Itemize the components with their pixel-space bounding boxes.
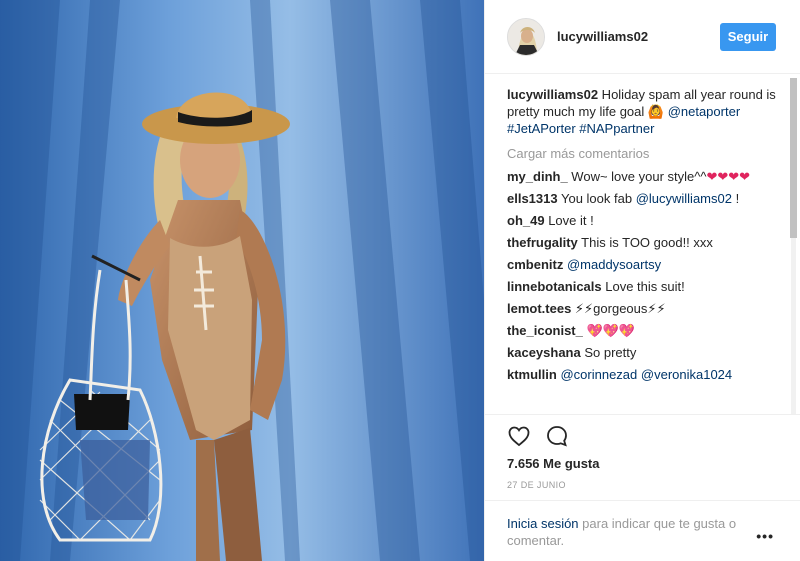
avatar-image — [508, 18, 544, 55]
comment-text: Wow~ love your style^^ — [567, 169, 707, 184]
comment-text: So pretty — [580, 345, 637, 360]
post-username[interactable]: lucywilliams02 — [557, 29, 714, 44]
comment-item: lemot.tees ⚡⚡gorgeous⚡⚡ — [507, 300, 779, 317]
comment-text: Love it ! — [544, 213, 594, 228]
comment-item: ktmullin @corinnezad @veronika1024 — [507, 366, 779, 383]
heart-icon[interactable] — [507, 424, 531, 448]
comment-mention[interactable]: @corinnezad — [560, 367, 637, 382]
comments-scrollbar[interactable] — [789, 78, 798, 414]
scrollbar-thumb[interactable] — [790, 78, 797, 238]
comment-username[interactable]: my_dinh_ — [507, 169, 568, 184]
post-sidebar: lucywilliams02 Seguir lucywilliams02 Hol… — [484, 0, 800, 561]
caption-username[interactable]: lucywilliams02 — [507, 87, 598, 102]
comment-text: This is TOO good!! xxx — [577, 235, 713, 250]
post-actions — [485, 414, 800, 456]
post-header: lucywilliams02 Seguir — [485, 0, 800, 74]
heart-emoji-icon: ❤❤❤❤ — [706, 169, 751, 184]
login-link[interactable]: Inicia sesión — [507, 516, 579, 531]
instagram-post: lucywilliams02 Seguir lucywilliams02 Hol… — [0, 0, 800, 561]
comment-text: You look fab — [557, 191, 636, 206]
comment-mention[interactable]: @lucywilliams02 — [636, 191, 732, 206]
comment-item: thefrugality This is TOO good!! xxx — [507, 234, 779, 251]
comments-list[interactable]: lucywilliams02 Holiday spam all year rou… — [485, 74, 800, 414]
comment-username[interactable]: thefrugality — [507, 235, 578, 250]
comment-item: cmbenitz @maddysoartsy — [507, 256, 779, 273]
comment-username[interactable]: ktmullin — [507, 367, 557, 382]
comment-mention[interactable]: @veronika1024 — [641, 367, 732, 382]
comment-username[interactable]: oh_49 — [507, 213, 545, 228]
comment-username[interactable]: linnebotanicals — [507, 279, 602, 294]
post-date: 27 DE JUNIO — [507, 480, 566, 490]
avatar[interactable] — [507, 17, 545, 56]
follow-button[interactable]: Seguir — [720, 22, 776, 51]
comment-item: oh_49 Love it ! — [507, 212, 779, 229]
like-count[interactable]: 7.656 Me gusta — [507, 456, 600, 471]
load-more-comments[interactable]: Cargar más comentarios — [507, 145, 779, 162]
sparkling-heart-emoji-icon: 💖💖💖 — [586, 323, 636, 338]
comment-mention[interactable]: @maddysoartsy — [567, 257, 661, 272]
comment-item: linnebotanicals Love this suit! — [507, 278, 779, 295]
caption: lucywilliams02 Holiday spam all year rou… — [507, 86, 779, 137]
comment-item: kaceyshana So pretty — [507, 344, 779, 361]
comment-item: my_dinh_ Wow~ love your style^^❤❤❤❤ — [507, 168, 779, 185]
comment-username[interactable]: lemot.tees — [507, 301, 571, 316]
comment-username[interactable]: the_iconist_ — [507, 323, 583, 338]
comment-username[interactable]: cmbenitz — [507, 257, 563, 272]
comment-text: ⚡⚡gorgeous⚡⚡ — [571, 301, 666, 316]
caption-hashtags[interactable]: #JetAPorter #NAPpartner — [507, 121, 654, 136]
comment-icon[interactable] — [545, 424, 569, 448]
photo-illustration — [0, 0, 484, 561]
comment-text-after: ! — [731, 191, 740, 206]
comment-username[interactable]: kaceyshana — [507, 345, 581, 360]
comment-text: Love this suit! — [601, 279, 685, 294]
comment-item: ells1313 You look fab @lucywilliams02 ! — [507, 190, 779, 207]
comment-login-prompt: Inicia sesión para indicar que te gusta … — [485, 500, 800, 561]
post-photo[interactable] — [0, 0, 484, 561]
comment-username[interactable]: ells1313 — [507, 191, 558, 206]
caption-mention[interactable]: @netaporter — [668, 104, 740, 119]
comment-item: the_iconist_ 💖💖💖 — [507, 322, 779, 339]
more-options-icon[interactable]: ••• — [756, 528, 774, 544]
